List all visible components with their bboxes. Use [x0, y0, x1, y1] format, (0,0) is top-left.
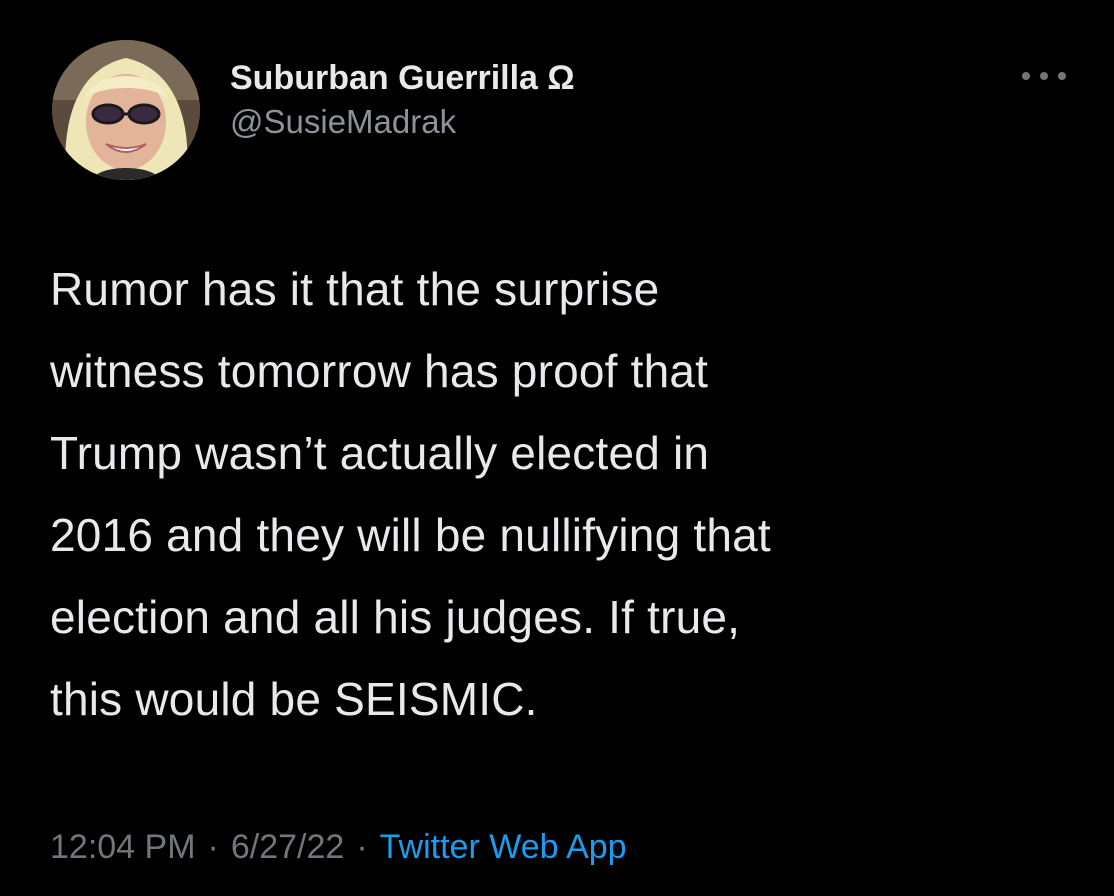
avatar-photo [52, 40, 200, 180]
tweet-date[interactable]: 6/27/22 [231, 828, 344, 866]
tweet-card: Suburban Guerrilla Ω @SusieMadrak Rumor … [0, 0, 1114, 896]
dot [1022, 72, 1030, 80]
tweet-text-line: 2016 and they will be nullifying that [50, 509, 771, 561]
tweet-time[interactable]: 12:04 PM [50, 828, 196, 866]
more-horizontal-icon[interactable] [1022, 66, 1066, 86]
display-name[interactable]: Suburban Guerrilla Ω [230, 56, 575, 100]
dot [1040, 72, 1048, 80]
tweet-text-line: Rumor has it that the surprise [50, 263, 660, 315]
tweet-header: Suburban Guerrilla Ω @SusieMadrak [52, 40, 1072, 180]
dot [1058, 72, 1066, 80]
user-names: Suburban Guerrilla Ω @SusieMadrak [230, 56, 575, 144]
tweet-text: Rumor has it that the surprise witness t… [50, 248, 1070, 740]
user-handle[interactable]: @SusieMadrak [230, 100, 575, 144]
tweet-text-line: this would be SEISMIC. [50, 673, 538, 725]
tweet-text-line: Trump wasn’t actually elected in [50, 427, 710, 479]
separator: · [356, 828, 368, 866]
tweet-text-line: election and all his judges. If true, [50, 591, 741, 643]
avatar[interactable] [52, 40, 200, 180]
tweet-meta: 12:04 PM · 6/27/22 · Twitter Web App [50, 822, 627, 872]
tweet-source-link[interactable]: Twitter Web App [380, 828, 627, 866]
separator: · [207, 828, 219, 866]
tweet-text-line: witness tomorrow has proof that [50, 345, 709, 397]
